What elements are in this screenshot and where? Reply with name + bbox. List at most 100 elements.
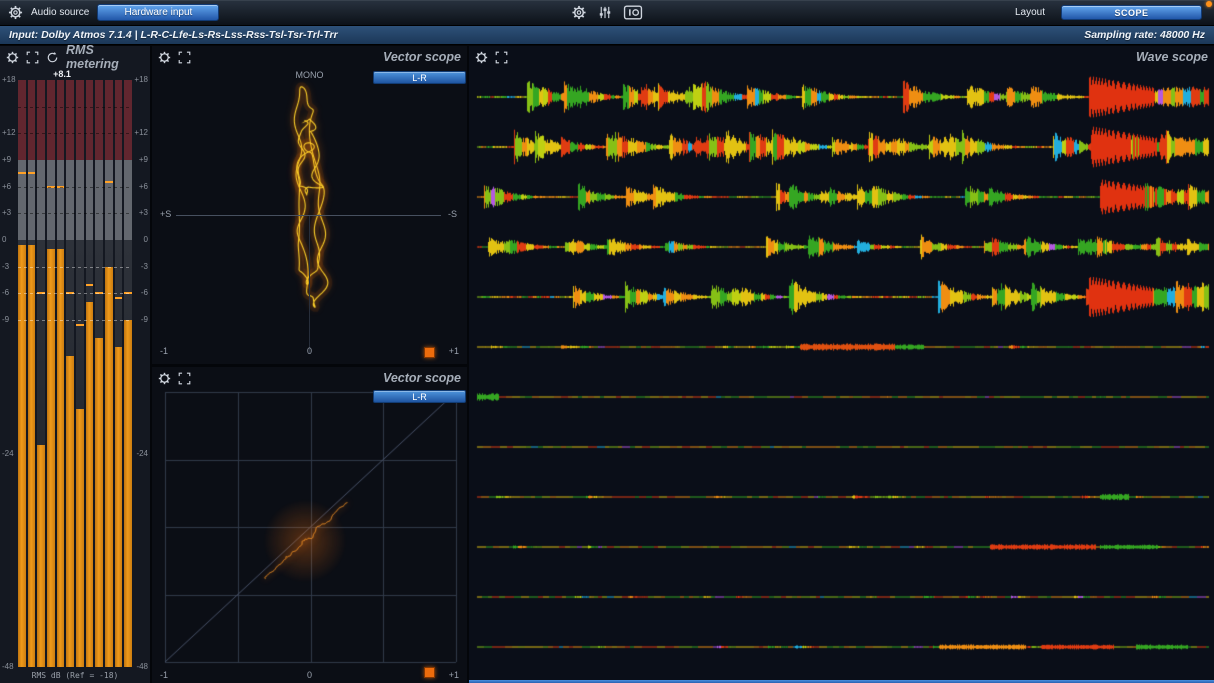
rms-scale-label: +3 (133, 209, 149, 217)
layout-button[interactable]: Layout (1015, 7, 1045, 18)
settings-gear-icon[interactable] (8, 5, 23, 20)
fullscreen-icon[interactable] (178, 51, 191, 64)
rms-peak-marker (57, 186, 65, 188)
rms-scale-label: +3 (1, 209, 17, 217)
rms-scale-label: -48 (1, 663, 17, 671)
rms-peak-marker (105, 181, 113, 183)
wave-scope-panel: Wave scope (469, 46, 1214, 683)
app-root: Audio source Hardware input (0, 0, 1214, 683)
rms-scale-label: -9 (133, 316, 149, 324)
rms-metering-panel: RMS metering +8.1 +18+12+9+6+30-3-6-9-24… (0, 46, 150, 683)
rms-scale-label: 0 (1, 236, 17, 244)
clip-indicator[interactable] (424, 667, 435, 678)
fullscreen-icon[interactable] (26, 51, 39, 64)
gear-icon[interactable] (475, 51, 488, 64)
rms-scale-label: -9 (1, 316, 17, 324)
panel-title: Vector scope (383, 50, 461, 64)
mono-axis-label: MONO (296, 70, 324, 80)
scope-button[interactable]: SCOPE (1061, 5, 1202, 20)
axis-min-label: -1 (160, 346, 168, 356)
rms-peak-marker (124, 292, 132, 294)
rms-peak-marker (95, 292, 103, 294)
rms-meter-bar (66, 356, 74, 667)
axis-mid-label: 0 (307, 670, 312, 680)
rms-meter-channel (57, 80, 65, 667)
toolbar-center-group (572, 5, 643, 20)
info-bar: Input: Dolby Atmos 7.1.4 | L-R-C-Lfe-Ls-… (0, 26, 1214, 45)
axis-mid-label: 0 (307, 346, 312, 356)
rms-scale-label: -24 (1, 450, 17, 458)
rms-scale-label: +18 (133, 76, 149, 84)
rms-scale-label: 0 (133, 236, 149, 244)
vector-mode-button[interactable]: L-R (373, 390, 466, 403)
rms-meter-bar (37, 445, 45, 667)
rms-scale-label: +12 (1, 129, 17, 137)
rms-scale-label: +6 (133, 183, 149, 191)
vector-mode-button[interactable]: L-R (373, 71, 466, 84)
rms-peak-marker (37, 292, 45, 294)
center-axis-line (309, 216, 310, 354)
rms-meter-channel (18, 80, 26, 667)
vector-scope-panel-bottom: Vector scope L-R -1 0 +1 (152, 367, 467, 683)
rms-meter-channel (95, 80, 103, 667)
rms-meter-channel (115, 80, 123, 667)
minus-s-label: -S (448, 209, 457, 219)
fullscreen-icon[interactable] (178, 372, 191, 385)
plus-s-label: +S (160, 209, 171, 219)
mixer-sliders-icon[interactable] (598, 5, 613, 20)
rms-meter-channel (66, 80, 74, 667)
gear-icon[interactable] (6, 51, 19, 64)
rms-peak-marker (86, 284, 94, 286)
audio-source-label: Audio source (31, 7, 89, 18)
gear-icon[interactable] (158, 51, 171, 64)
rms-peak-marker (76, 324, 84, 326)
toolbar-left-group: Audio source Hardware input (8, 4, 219, 21)
rms-meter-bar (28, 245, 36, 667)
axis-max-label: +1 (449, 346, 459, 356)
rms-meter-columns (18, 80, 132, 667)
wave-panel-header: Wave scope (469, 46, 1214, 68)
rms-scale-label: -6 (1, 289, 17, 297)
rms-meter-channel (47, 80, 55, 667)
rms-meter-channel (124, 80, 132, 667)
rms-meter-bar (76, 409, 84, 667)
rms-meter-bar (95, 338, 103, 667)
rms-meter-bar (115, 347, 123, 667)
vector-display-bottom (152, 389, 467, 683)
rms-scale-label: +18 (1, 76, 17, 84)
rms-meter-channel (76, 80, 84, 667)
fullscreen-icon[interactable] (495, 51, 508, 64)
axis-max-label: +1 (449, 670, 459, 680)
sampling-rate-label: Sampling rate: 48000 Hz (1084, 29, 1205, 41)
rms-scale-label: -3 (133, 263, 149, 271)
rms-peak-marker (18, 172, 26, 174)
rms-meter-bar (57, 249, 65, 667)
rms-scale-label: -48 (133, 663, 149, 671)
rms-meter-bar (18, 245, 26, 667)
top-toolbar: Audio source Hardware input (0, 0, 1214, 26)
clip-indicator[interactable] (424, 347, 435, 358)
rms-scale-right: +18+12+9+6+30-3-6-9-24-48 (133, 80, 149, 667)
gear-icon[interactable] (158, 372, 171, 385)
gear-icon[interactable] (572, 5, 587, 20)
axis-min-label: -1 (160, 670, 168, 680)
rms-meter-channel (37, 80, 45, 667)
rms-scale-label: +12 (133, 129, 149, 137)
io-routing-icon[interactable] (624, 5, 643, 20)
hardware-input-button[interactable]: Hardware input (97, 4, 219, 21)
panel-title: RMS metering (66, 43, 144, 71)
rms-footer-label: RMS dB (Ref = -18) (0, 671, 150, 680)
rms-meter-bar (47, 249, 55, 667)
rms-scale-left: +18+12+9+6+30-3-6-9-24-48 (1, 80, 17, 667)
wave-display (469, 68, 1214, 683)
vector-scope-panel-top: Vector scope L-R MONO +S -S -1 0 +1 (152, 46, 467, 364)
rms-meter-bar (124, 320, 132, 667)
toolbar-right-group: Layout SCOPE (1015, 5, 1206, 20)
rms-panel-header: RMS metering (0, 46, 150, 68)
panel-title: Vector scope (383, 371, 461, 385)
rms-peak-marker (47, 186, 55, 188)
rms-peak-marker (66, 292, 74, 294)
input-format-label: Input: Dolby Atmos 7.1.4 | L-R-C-Lfe-Ls-… (9, 29, 338, 41)
reset-refresh-icon[interactable] (46, 51, 59, 64)
rms-scale-label: -3 (1, 263, 17, 271)
